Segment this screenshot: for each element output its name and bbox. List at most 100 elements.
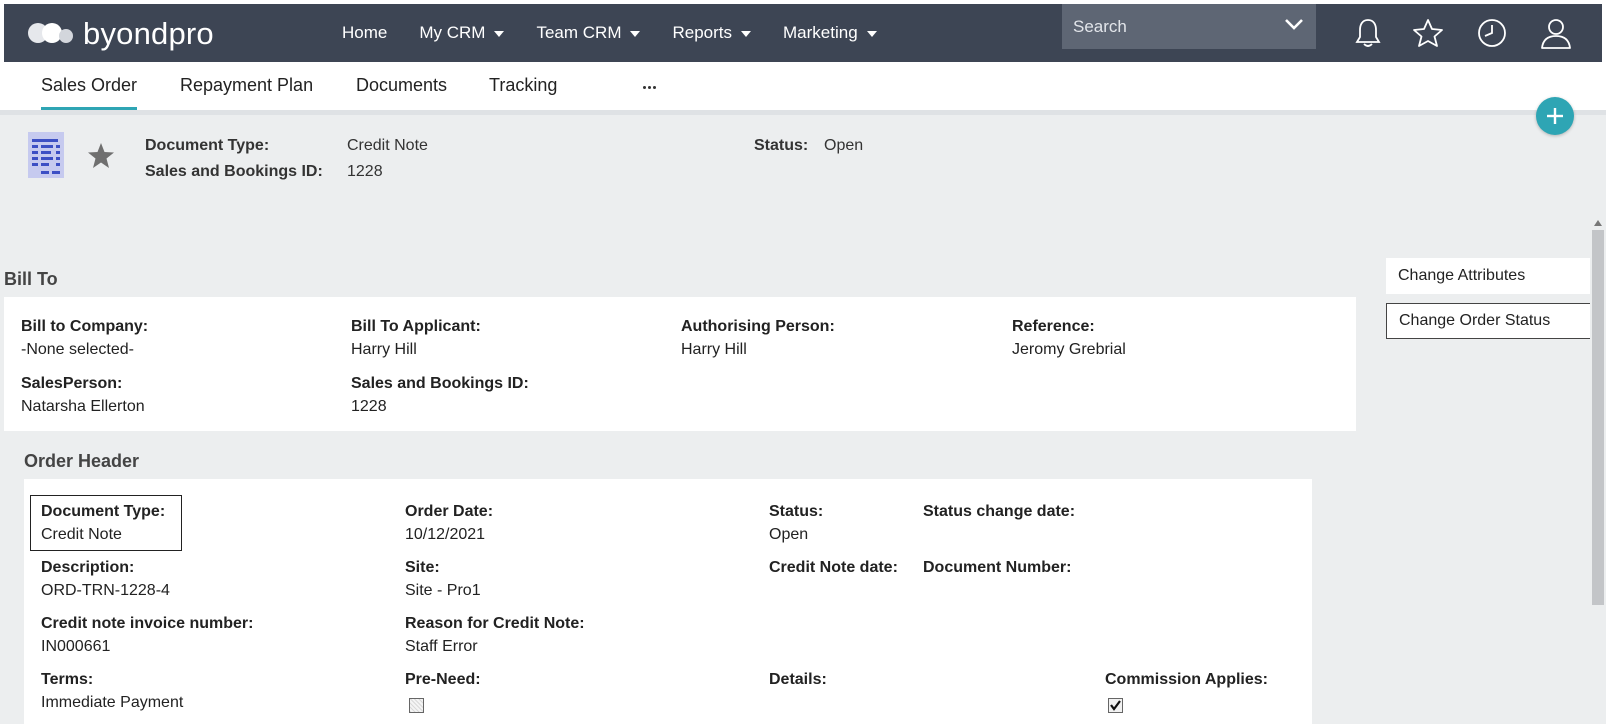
status-label: Status: bbox=[754, 137, 809, 154]
field-label: Authorising Person: bbox=[681, 318, 835, 335]
field-label: Bill To Applicant: bbox=[351, 318, 481, 335]
field-value: Natarsha Ellerton bbox=[21, 398, 145, 415]
bill-to-applicant-field: Bill To Applicant: Harry Hill bbox=[351, 318, 481, 359]
bell-icon[interactable] bbox=[1350, 15, 1386, 51]
document-icon bbox=[27, 131, 65, 184]
field-label: Status: bbox=[769, 503, 824, 520]
pre-need-field: Pre-Need: bbox=[405, 671, 481, 689]
reference-field: Reference: Jeromy Grebrial bbox=[1012, 318, 1126, 359]
doc-type-value: Credit Note bbox=[347, 137, 428, 154]
top-navbar: byondpro Home My CRM Team CRM Reports Ma… bbox=[4, 4, 1602, 62]
tab-bar: Sales Order Repayment Plan Documents Tra… bbox=[0, 62, 1606, 110]
tab-sales-order[interactable]: Sales Order bbox=[41, 75, 138, 110]
reason-credit-note-field: Reason for Credit Note: Staff Error bbox=[405, 615, 585, 656]
field-label: Terms: bbox=[41, 671, 94, 688]
reference-link[interactable]: Jeromy Grebrial bbox=[1012, 341, 1126, 359]
field-value: IN000661 bbox=[41, 638, 111, 655]
sales-bookings-id-link[interactable]: 1228 bbox=[351, 398, 529, 416]
credit-note-invoice-field: Credit note invoice number: IN000661 bbox=[41, 615, 253, 656]
field-label: Site: bbox=[405, 559, 440, 576]
nav-reports[interactable]: Reports bbox=[672, 23, 752, 43]
field-value: Immediate Payment bbox=[41, 694, 184, 711]
bill-to-panel: Bill to Company: -None selected- Bill To… bbox=[4, 297, 1356, 431]
field-label: Details: bbox=[769, 671, 827, 688]
logo-text: byondpro bbox=[83, 15, 214, 51]
credit-note-date-field: Credit Note date: bbox=[769, 559, 898, 577]
status-change-date-field: Status change date: bbox=[923, 503, 1075, 521]
order-header-panel: Document Type: Credit Note Order Date: 1… bbox=[24, 479, 1312, 724]
user-icon[interactable] bbox=[1538, 15, 1574, 51]
nav-home[interactable]: Home bbox=[342, 23, 387, 43]
field-label: Sales and Bookings ID: bbox=[351, 375, 529, 392]
status-value: Open bbox=[824, 137, 864, 154]
field-label: Bill to Company: bbox=[21, 318, 149, 335]
field-label: Document Number: bbox=[923, 559, 1072, 576]
pre-need-checkbox[interactable] bbox=[409, 698, 424, 713]
sales-bookings-id-label: Sales and Bookings ID: bbox=[145, 163, 323, 180]
order-status-field: Status: Open bbox=[769, 503, 823, 544]
add-button[interactable] bbox=[1536, 97, 1574, 135]
favorite-star-icon[interactable] bbox=[87, 142, 115, 175]
document-number-field: Document Number: bbox=[923, 559, 1071, 577]
search-input[interactable] bbox=[1062, 16, 1262, 37]
nav-marketing-label: Marketing bbox=[783, 23, 858, 42]
order-date-field: Order Date: 10/12/2021 bbox=[405, 503, 493, 544]
tab-repayment-plan[interactable]: Repayment Plan bbox=[180, 75, 313, 107]
field-label: Reference: bbox=[1012, 318, 1095, 335]
nav-reports-label: Reports bbox=[672, 23, 733, 42]
main-nav: Home My CRM Team CRM Reports Marketing bbox=[342, 4, 877, 62]
nav-team-crm-label: Team CRM bbox=[536, 23, 622, 42]
sales-bookings-id-value: 1228 bbox=[347, 163, 383, 180]
tab-tracking[interactable]: Tracking bbox=[489, 75, 557, 107]
change-attributes-button[interactable]: Change Attributes bbox=[1386, 258, 1591, 294]
search-box bbox=[1062, 4, 1316, 49]
change-order-status-button[interactable]: Change Order Status bbox=[1386, 303, 1591, 339]
doc-type-label: Document Type: bbox=[145, 137, 270, 154]
nav-my-crm-label: My CRM bbox=[419, 23, 486, 42]
checkmark-icon bbox=[1110, 700, 1121, 711]
field-label: Pre-Need: bbox=[405, 671, 481, 688]
authorising-person-field: Authorising Person: Harry Hill bbox=[681, 318, 835, 359]
salesperson-field: SalesPerson: Natarsha Ellerton bbox=[21, 375, 145, 416]
order-header-title: Order Header bbox=[24, 451, 140, 471]
authorising-person-link[interactable]: Harry Hill bbox=[681, 341, 835, 359]
field-value: ORD-TRN-1228-4 bbox=[41, 582, 170, 599]
site-field: Site: Site - Pro1 bbox=[405, 559, 481, 600]
field-value: 10/12/2021 bbox=[405, 526, 486, 543]
nav-team-crm[interactable]: Team CRM bbox=[536, 23, 641, 43]
header-divider bbox=[0, 110, 1606, 115]
nav-marketing[interactable]: Marketing bbox=[783, 23, 877, 43]
document-type-focus-outline bbox=[30, 495, 182, 551]
commission-applies-checkbox[interactable] bbox=[1108, 698, 1123, 713]
field-label: Commission Applies: bbox=[1105, 671, 1268, 688]
logo[interactable]: byondpro bbox=[28, 14, 214, 52]
bill-to-applicant-link[interactable]: Harry Hill bbox=[351, 341, 481, 359]
scrollbar-thumb[interactable] bbox=[1592, 230, 1604, 605]
bill-to-title: Bill To bbox=[4, 269, 58, 289]
bill-to-company-field: Bill to Company: -None selected- bbox=[21, 318, 148, 359]
caret-down-icon bbox=[494, 31, 505, 37]
commission-applies-field: Commission Applies: bbox=[1105, 671, 1268, 689]
field-label: Credit Note date: bbox=[769, 559, 898, 576]
logo-mark-icon bbox=[28, 23, 73, 43]
nav-my-crm[interactable]: My CRM bbox=[419, 23, 505, 43]
details-field: Details: bbox=[769, 671, 827, 689]
chevron-down-icon[interactable] bbox=[1284, 17, 1304, 31]
star-outline-icon[interactable] bbox=[1410, 15, 1446, 51]
clock-icon[interactable] bbox=[1474, 15, 1510, 51]
caret-down-icon bbox=[866, 31, 877, 37]
field-value: Open bbox=[769, 526, 809, 543]
caret-down-icon bbox=[630, 31, 641, 37]
field-value: Site - Pro1 bbox=[405, 582, 481, 599]
more-tabs-icon[interactable] bbox=[643, 86, 656, 89]
field-label: Status change date: bbox=[923, 503, 1076, 520]
field-value: -None selected- bbox=[21, 341, 134, 358]
field-label: Reason for Credit Note: bbox=[405, 615, 585, 632]
field-label: SalesPerson: bbox=[21, 375, 123, 392]
tab-documents[interactable]: Documents bbox=[356, 75, 447, 107]
terms-field: Terms: Immediate Payment bbox=[41, 671, 183, 712]
nav-home-label: Home bbox=[342, 23, 388, 42]
scroll-up-arrow-icon[interactable] bbox=[1592, 215, 1604, 226]
caret-down-icon bbox=[741, 31, 752, 37]
plus-icon bbox=[1547, 108, 1563, 124]
